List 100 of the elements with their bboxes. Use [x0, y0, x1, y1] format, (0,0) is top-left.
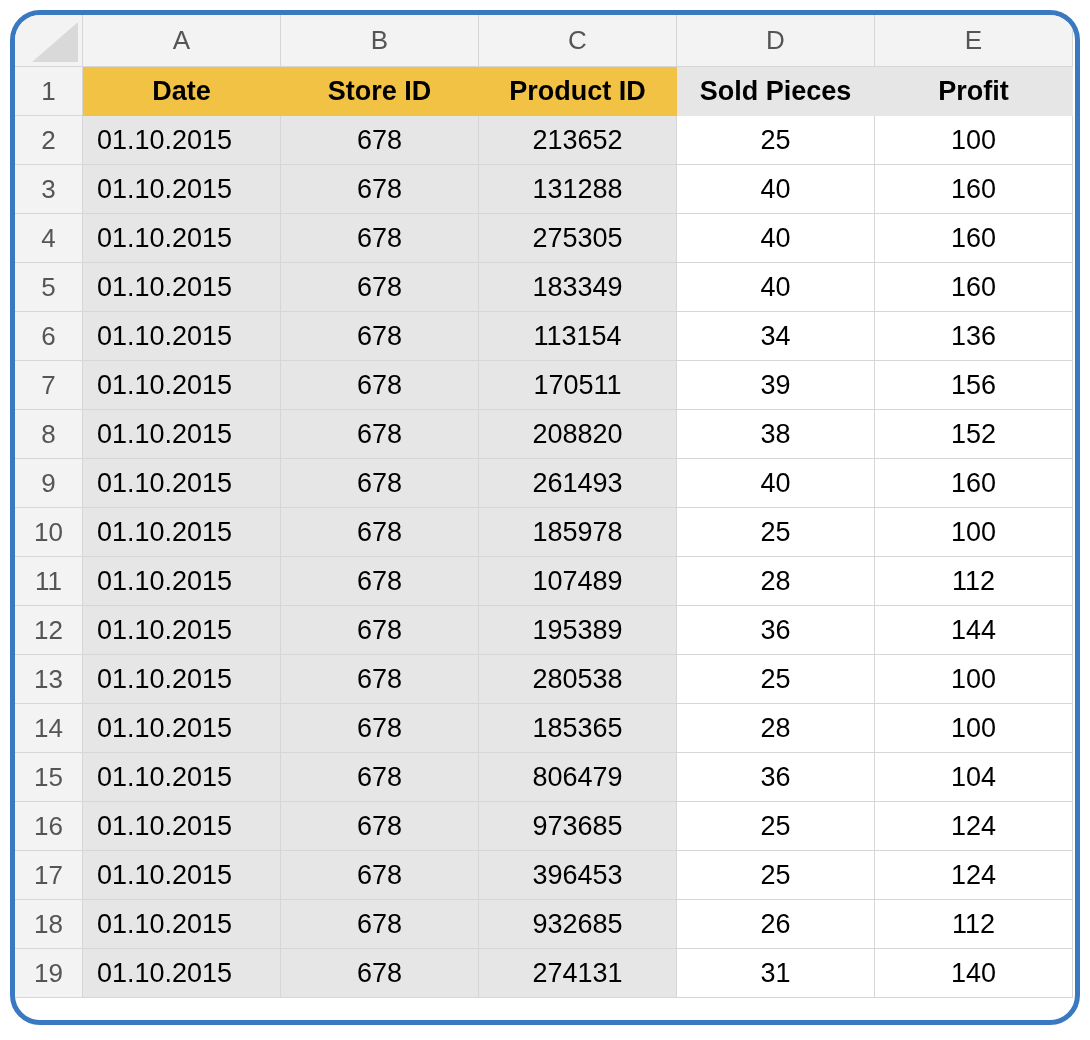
row-header[interactable]: 1	[15, 67, 83, 116]
table-cell: 274131	[479, 949, 677, 998]
table-cell: 107489	[479, 557, 677, 606]
row-header[interactable]: 3	[15, 165, 83, 214]
row-header[interactable]: 14	[15, 704, 83, 753]
table-cell: 39	[677, 361, 875, 410]
table-cell: 156	[875, 361, 1073, 410]
table-cell: 678	[281, 263, 479, 312]
table-cell: 28	[677, 704, 875, 753]
table-cell: 140	[875, 949, 1073, 998]
table-cell: 160	[875, 214, 1073, 263]
table-cell: 26	[677, 900, 875, 949]
table-cell: 40	[677, 214, 875, 263]
table-cell: 01.10.2015	[83, 851, 281, 900]
row-header[interactable]: 19	[15, 949, 83, 998]
row-header[interactable]: 12	[15, 606, 83, 655]
table-cell: 170511	[479, 361, 677, 410]
table-cell: 01.10.2015	[83, 361, 281, 410]
row-header[interactable]: 9	[15, 459, 83, 508]
row-header[interactable]: 2	[15, 116, 83, 165]
table-cell: 973685	[479, 802, 677, 851]
table-cell: 100	[875, 655, 1073, 704]
column-header[interactable]: B	[281, 15, 479, 67]
row-header[interactable]: 7	[15, 361, 83, 410]
row-header[interactable]: 10	[15, 508, 83, 557]
row-header[interactable]: 5	[15, 263, 83, 312]
table-cell: 124	[875, 802, 1073, 851]
table-cell: 01.10.2015	[83, 949, 281, 998]
table-cell: 144	[875, 606, 1073, 655]
table-cell: 152	[875, 410, 1073, 459]
table-cell: 25	[677, 851, 875, 900]
table-cell: 213652	[479, 116, 677, 165]
row-header[interactable]: 6	[15, 312, 83, 361]
row-header[interactable]: 11	[15, 557, 83, 606]
table-cell: 100	[875, 116, 1073, 165]
table-cell: 124	[875, 851, 1073, 900]
column-header[interactable]: A	[83, 15, 281, 67]
table-cell: 160	[875, 459, 1073, 508]
table-cell: 100	[875, 704, 1073, 753]
table-cell: 01.10.2015	[83, 116, 281, 165]
table-cell: 678	[281, 557, 479, 606]
table-cell: 112	[875, 900, 1073, 949]
row-header[interactable]: 13	[15, 655, 83, 704]
row-header[interactable]: 15	[15, 753, 83, 802]
table-cell: 280538	[479, 655, 677, 704]
table-cell: 160	[875, 263, 1073, 312]
table-cell: 261493	[479, 459, 677, 508]
table-cell: 36	[677, 753, 875, 802]
table-cell: 100	[875, 508, 1073, 557]
table-cell: 01.10.2015	[83, 508, 281, 557]
table-cell: 185365	[479, 704, 677, 753]
table-cell: 01.10.2015	[83, 459, 281, 508]
table-cell: 678	[281, 508, 479, 557]
table-cell: 806479	[479, 753, 677, 802]
table-cell: 01.10.2015	[83, 312, 281, 361]
table-cell: 01.10.2015	[83, 410, 281, 459]
corner-triangle-icon	[32, 22, 78, 62]
table-cell: 678	[281, 949, 479, 998]
table-cell: 01.10.2015	[83, 802, 281, 851]
table-cell: 678	[281, 802, 479, 851]
table-cell: 34	[677, 312, 875, 361]
table-cell: 678	[281, 361, 479, 410]
table-cell: 136	[875, 312, 1073, 361]
table-cell: 01.10.2015	[83, 214, 281, 263]
header-cell: Date	[83, 67, 281, 116]
table-cell: 01.10.2015	[83, 704, 281, 753]
table-cell: 38	[677, 410, 875, 459]
table-cell: 678	[281, 459, 479, 508]
table-cell: 25	[677, 508, 875, 557]
row-header[interactable]: 17	[15, 851, 83, 900]
table-cell: 185978	[479, 508, 677, 557]
table-cell: 396453	[479, 851, 677, 900]
table-cell: 104	[875, 753, 1073, 802]
select-all-corner[interactable]	[15, 15, 83, 67]
table-cell: 25	[677, 116, 875, 165]
table-cell: 678	[281, 851, 479, 900]
table-cell: 678	[281, 655, 479, 704]
table-cell: 195389	[479, 606, 677, 655]
table-cell: 31	[677, 949, 875, 998]
column-header[interactable]: C	[479, 15, 677, 67]
row-header[interactable]: 18	[15, 900, 83, 949]
row-header[interactable]: 8	[15, 410, 83, 459]
table-cell: 01.10.2015	[83, 263, 281, 312]
table-cell: 678	[281, 312, 479, 361]
table-cell: 678	[281, 165, 479, 214]
table-cell: 40	[677, 263, 875, 312]
table-cell: 183349	[479, 263, 677, 312]
table-cell: 678	[281, 410, 479, 459]
header-cell: Sold Pieces	[677, 67, 875, 116]
column-header[interactable]: E	[875, 15, 1073, 67]
table-cell: 678	[281, 116, 479, 165]
table-cell: 678	[281, 753, 479, 802]
row-header[interactable]: 16	[15, 802, 83, 851]
table-cell: 678	[281, 214, 479, 263]
column-header[interactable]: D	[677, 15, 875, 67]
table-cell: 01.10.2015	[83, 900, 281, 949]
table-cell: 131288	[479, 165, 677, 214]
table-cell: 275305	[479, 214, 677, 263]
header-cell: Store ID	[281, 67, 479, 116]
row-header[interactable]: 4	[15, 214, 83, 263]
